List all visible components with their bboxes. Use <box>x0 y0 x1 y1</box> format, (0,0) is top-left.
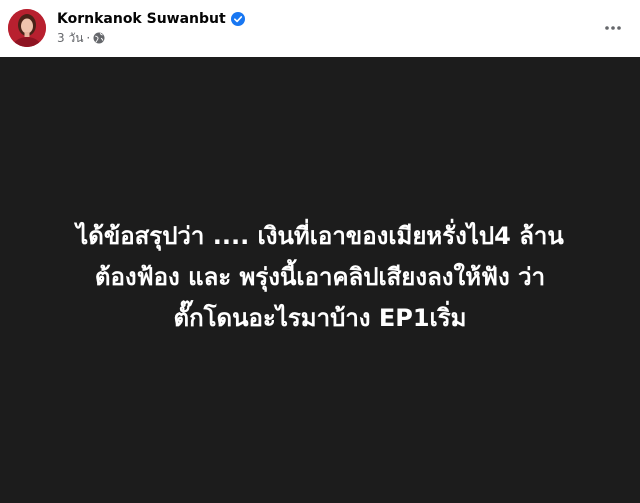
post-text-line: ต้องฟ้อง และ พรุ่งนี้เอาคลิปเสียงลงให้ฟั… <box>94 262 546 291</box>
avatar-portrait-icon <box>8 9 46 47</box>
more-options-button[interactable] <box>598 13 628 43</box>
post-text-card: ได้ข้อสรุปว่า .... เงินที่เอาของเมียหรั่… <box>0 57 640 503</box>
author-avatar[interactable] <box>8 9 46 47</box>
globe-icon[interactable] <box>93 32 105 44</box>
more-options-icon <box>605 26 621 30</box>
post-timestamp[interactable]: 3 วัน <box>57 29 83 48</box>
post-text-line: ได้ข้อสรุปว่า .... เงินที่เอาของเมียหรั่… <box>76 221 564 250</box>
post-meta: 3 วัน · <box>57 30 105 46</box>
author-name[interactable]: Kornkanok Suwanbut <box>57 11 226 27</box>
verified-badge-icon <box>230 12 245 26</box>
meta-separator: · <box>86 31 91 45</box>
author-row: Kornkanok Suwanbut <box>57 10 245 28</box>
post-text-line: ตั๊กโดนอะไรมาบ้าง EP1เริ่ม <box>173 303 467 332</box>
post-header: Kornkanok Suwanbut 3 วัน · <box>0 0 640 57</box>
post-text: ได้ข้อสรุปว่า .... เงินที่เอาของเมียหรั่… <box>20 216 620 339</box>
